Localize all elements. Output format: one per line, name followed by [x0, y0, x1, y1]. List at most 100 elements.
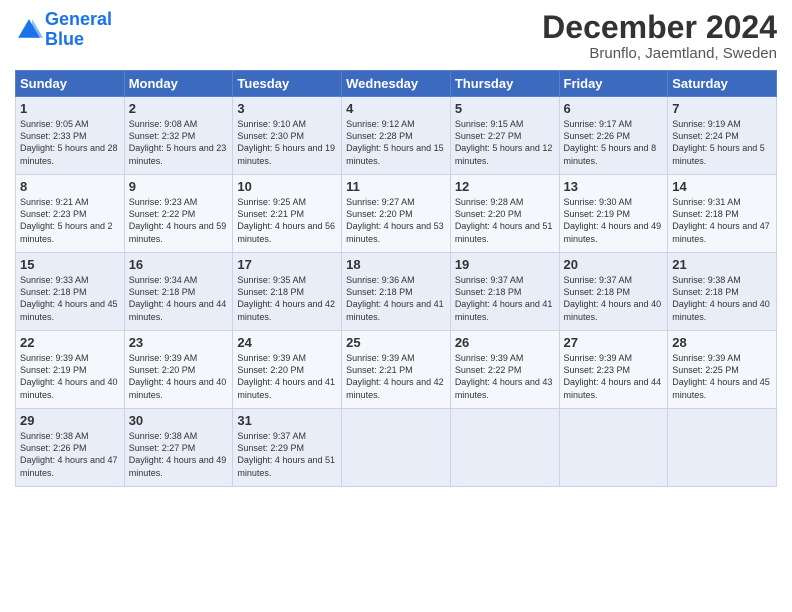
- calendar-cell: 11 Sunrise: 9:27 AMSunset: 2:20 PMDaylig…: [342, 175, 451, 253]
- calendar-cell: 5 Sunrise: 9:15 AMSunset: 2:27 PMDayligh…: [450, 97, 559, 175]
- cell-info: Sunrise: 9:33 AMSunset: 2:18 PMDaylight:…: [20, 275, 118, 321]
- logo-icon: [15, 16, 43, 44]
- calendar-cell: 4 Sunrise: 9:12 AMSunset: 2:28 PMDayligh…: [342, 97, 451, 175]
- cell-info: Sunrise: 9:39 AMSunset: 2:20 PMDaylight:…: [237, 353, 335, 399]
- cell-info: Sunrise: 9:39 AMSunset: 2:25 PMDaylight:…: [672, 353, 770, 399]
- cell-info: Sunrise: 9:28 AMSunset: 2:20 PMDaylight:…: [455, 197, 553, 243]
- cell-info: Sunrise: 9:08 AMSunset: 2:32 PMDaylight:…: [129, 119, 227, 165]
- col-sunday: Sunday: [16, 71, 125, 97]
- day-number: 31: [237, 413, 337, 428]
- day-number: 14: [672, 179, 772, 194]
- day-number: 7: [672, 101, 772, 116]
- day-number: 2: [129, 101, 229, 116]
- calendar-cell: 22 Sunrise: 9:39 AMSunset: 2:19 PMDaylig…: [16, 331, 125, 409]
- day-number: 21: [672, 257, 772, 272]
- col-saturday: Saturday: [668, 71, 777, 97]
- header: General Blue December 2024 Brunflo, Jaem…: [15, 10, 777, 62]
- cell-info: Sunrise: 9:37 AMSunset: 2:18 PMDaylight:…: [455, 275, 553, 321]
- day-number: 1: [20, 101, 120, 116]
- title-block: December 2024 Brunflo, Jaemtland, Sweden: [542, 10, 777, 62]
- day-number: 24: [237, 335, 337, 350]
- cell-info: Sunrise: 9:10 AMSunset: 2:30 PMDaylight:…: [237, 119, 335, 165]
- day-number: 25: [346, 335, 446, 350]
- calendar-cell: 25 Sunrise: 9:39 AMSunset: 2:21 PMDaylig…: [342, 331, 451, 409]
- calendar-table: Sunday Monday Tuesday Wednesday Thursday…: [15, 70, 777, 487]
- calendar-cell: 15 Sunrise: 9:33 AMSunset: 2:18 PMDaylig…: [16, 253, 125, 331]
- calendar-cell: 10 Sunrise: 9:25 AMSunset: 2:21 PMDaylig…: [233, 175, 342, 253]
- cell-info: Sunrise: 9:36 AMSunset: 2:18 PMDaylight:…: [346, 275, 444, 321]
- cell-info: Sunrise: 9:38 AMSunset: 2:26 PMDaylight:…: [20, 431, 118, 477]
- col-friday: Friday: [559, 71, 668, 97]
- cell-info: Sunrise: 9:27 AMSunset: 2:20 PMDaylight:…: [346, 197, 444, 243]
- day-number: 30: [129, 413, 229, 428]
- cell-info: Sunrise: 9:39 AMSunset: 2:19 PMDaylight:…: [20, 353, 118, 399]
- cell-info: Sunrise: 9:37 AMSunset: 2:18 PMDaylight:…: [564, 275, 662, 321]
- cell-info: Sunrise: 9:23 AMSunset: 2:22 PMDaylight:…: [129, 197, 227, 243]
- cell-info: Sunrise: 9:38 AMSunset: 2:18 PMDaylight:…: [672, 275, 770, 321]
- day-number: 10: [237, 179, 337, 194]
- page-subtitle: Brunflo, Jaemtland, Sweden: [542, 45, 777, 62]
- calendar-cell: 8 Sunrise: 9:21 AMSunset: 2:23 PMDayligh…: [16, 175, 125, 253]
- day-number: 22: [20, 335, 120, 350]
- logo-line2: Blue: [45, 29, 84, 49]
- col-wednesday: Wednesday: [342, 71, 451, 97]
- calendar-cell: 3 Sunrise: 9:10 AMSunset: 2:30 PMDayligh…: [233, 97, 342, 175]
- day-number: 5: [455, 101, 555, 116]
- calendar-cell: 31 Sunrise: 9:37 AMSunset: 2:29 PMDaylig…: [233, 409, 342, 487]
- cell-info: Sunrise: 9:19 AMSunset: 2:24 PMDaylight:…: [672, 119, 765, 165]
- day-number: 29: [20, 413, 120, 428]
- day-number: 26: [455, 335, 555, 350]
- calendar-cell: 26 Sunrise: 9:39 AMSunset: 2:22 PMDaylig…: [450, 331, 559, 409]
- page-container: General Blue December 2024 Brunflo, Jaem…: [0, 0, 792, 492]
- cell-info: Sunrise: 9:39 AMSunset: 2:22 PMDaylight:…: [455, 353, 553, 399]
- calendar-cell: 29 Sunrise: 9:38 AMSunset: 2:26 PMDaylig…: [16, 409, 125, 487]
- day-number: 15: [20, 257, 120, 272]
- calendar-week-1: 1 Sunrise: 9:05 AMSunset: 2:33 PMDayligh…: [16, 97, 777, 175]
- calendar-cell: 20 Sunrise: 9:37 AMSunset: 2:18 PMDaylig…: [559, 253, 668, 331]
- day-number: 13: [564, 179, 664, 194]
- day-number: 23: [129, 335, 229, 350]
- day-number: 16: [129, 257, 229, 272]
- calendar-cell: 18 Sunrise: 9:36 AMSunset: 2:18 PMDaylig…: [342, 253, 451, 331]
- calendar-cell: [450, 409, 559, 487]
- cell-info: Sunrise: 9:39 AMSunset: 2:20 PMDaylight:…: [129, 353, 227, 399]
- calendar-cell: 6 Sunrise: 9:17 AMSunset: 2:26 PMDayligh…: [559, 97, 668, 175]
- page-title: December 2024: [542, 10, 777, 45]
- calendar-week-5: 29 Sunrise: 9:38 AMSunset: 2:26 PMDaylig…: [16, 409, 777, 487]
- logo: General Blue: [15, 10, 112, 50]
- logo-text: General Blue: [45, 10, 112, 50]
- calendar-week-4: 22 Sunrise: 9:39 AMSunset: 2:19 PMDaylig…: [16, 331, 777, 409]
- cell-info: Sunrise: 9:31 AMSunset: 2:18 PMDaylight:…: [672, 197, 770, 243]
- calendar-week-3: 15 Sunrise: 9:33 AMSunset: 2:18 PMDaylig…: [16, 253, 777, 331]
- calendar-cell: 19 Sunrise: 9:37 AMSunset: 2:18 PMDaylig…: [450, 253, 559, 331]
- calendar-cell: [559, 409, 668, 487]
- calendar-cell: 13 Sunrise: 9:30 AMSunset: 2:19 PMDaylig…: [559, 175, 668, 253]
- calendar-cell: 27 Sunrise: 9:39 AMSunset: 2:23 PMDaylig…: [559, 331, 668, 409]
- calendar-cell: 30 Sunrise: 9:38 AMSunset: 2:27 PMDaylig…: [124, 409, 233, 487]
- cell-info: Sunrise: 9:38 AMSunset: 2:27 PMDaylight:…: [129, 431, 227, 477]
- calendar-cell: [342, 409, 451, 487]
- day-number: 28: [672, 335, 772, 350]
- calendar-cell: 1 Sunrise: 9:05 AMSunset: 2:33 PMDayligh…: [16, 97, 125, 175]
- calendar-cell: [668, 409, 777, 487]
- day-number: 20: [564, 257, 664, 272]
- calendar-cell: 2 Sunrise: 9:08 AMSunset: 2:32 PMDayligh…: [124, 97, 233, 175]
- logo-line1: General: [45, 9, 112, 29]
- calendar-cell: 12 Sunrise: 9:28 AMSunset: 2:20 PMDaylig…: [450, 175, 559, 253]
- day-number: 8: [20, 179, 120, 194]
- cell-info: Sunrise: 9:39 AMSunset: 2:21 PMDaylight:…: [346, 353, 444, 399]
- cell-info: Sunrise: 9:25 AMSunset: 2:21 PMDaylight:…: [237, 197, 335, 243]
- calendar-cell: 9 Sunrise: 9:23 AMSunset: 2:22 PMDayligh…: [124, 175, 233, 253]
- day-number: 12: [455, 179, 555, 194]
- calendar-cell: 21 Sunrise: 9:38 AMSunset: 2:18 PMDaylig…: [668, 253, 777, 331]
- day-number: 3: [237, 101, 337, 116]
- col-thursday: Thursday: [450, 71, 559, 97]
- day-number: 19: [455, 257, 555, 272]
- cell-info: Sunrise: 9:30 AMSunset: 2:19 PMDaylight:…: [564, 197, 662, 243]
- day-number: 6: [564, 101, 664, 116]
- calendar-cell: 24 Sunrise: 9:39 AMSunset: 2:20 PMDaylig…: [233, 331, 342, 409]
- day-number: 11: [346, 179, 446, 194]
- cell-info: Sunrise: 9:34 AMSunset: 2:18 PMDaylight:…: [129, 275, 227, 321]
- day-number: 17: [237, 257, 337, 272]
- col-monday: Monday: [124, 71, 233, 97]
